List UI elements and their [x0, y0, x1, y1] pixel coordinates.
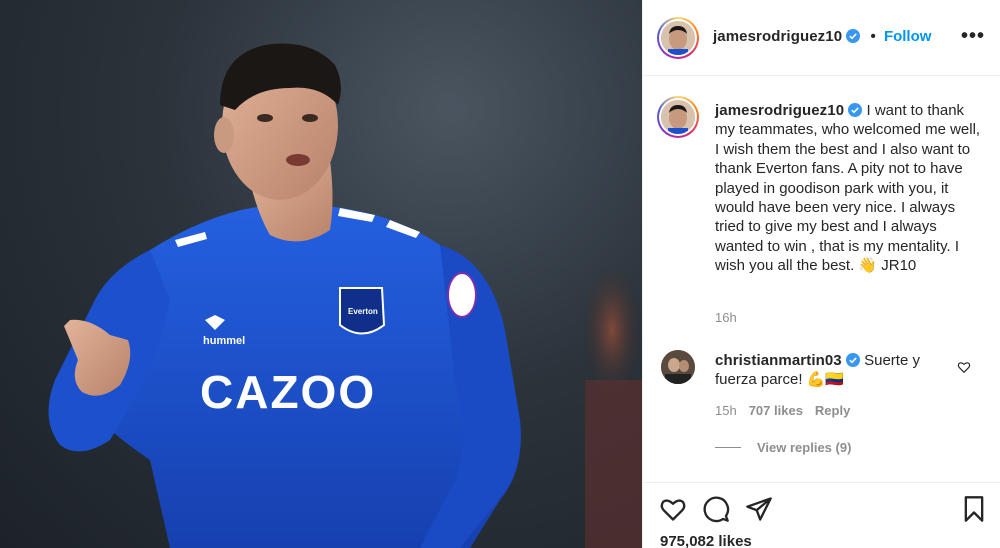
post-caption: jamesrodriguez10 I want to thank my team… — [715, 101, 987, 276]
view-replies-line — [715, 447, 741, 448]
shirt-brand-text: hummel — [203, 335, 245, 347]
view-replies-button[interactable]: View replies (9) — [715, 440, 851, 455]
comment-likes[interactable]: 707 likes — [749, 403, 803, 418]
verified-badge-icon — [845, 353, 860, 367]
header-author: jamesrodriguez10 • Follow — [713, 28, 931, 45]
crest-text: Everton — [348, 307, 378, 316]
comment-heart-icon[interactable] — [957, 360, 971, 374]
caption-timestamp[interactable]: 16h — [715, 310, 737, 325]
post-actions: 975,082 likes — [643, 482, 1000, 548]
send-icon[interactable] — [745, 495, 773, 523]
heart-icon[interactable] — [659, 495, 687, 523]
caption-username[interactable]: jamesrodriguez10 — [715, 102, 844, 119]
author-username[interactable]: jamesrodriguez10 — [713, 28, 842, 45]
post-photo[interactable]: hummel Everton CAZOO — [0, 0, 642, 548]
comment-body: christianmartin03 Suerte y fuerza parce!… — [715, 351, 955, 390]
verified-badge-icon — [848, 103, 863, 117]
shirt-sponsor-text: CAZOO — [200, 366, 376, 418]
author-avatar[interactable] — [657, 17, 699, 59]
post-panel: jamesrodriguez10 • Follow ••• jamesrodri… — [642, 0, 1000, 548]
comment-icon[interactable] — [702, 495, 730, 523]
player-image: hummel Everton CAZOO — [48, 43, 642, 548]
commenter-username[interactable]: christianmartin03 — [715, 352, 842, 369]
comment-meta: 15h 707 likes Reply — [715, 403, 850, 418]
verified-badge-icon — [846, 29, 861, 43]
view-replies-label: View replies (9) — [757, 440, 852, 455]
bookmark-icon[interactable] — [960, 495, 988, 523]
follow-button[interactable]: Follow — [884, 28, 932, 45]
more-options-button[interactable]: ••• — [961, 26, 985, 46]
commenter-avatar[interactable] — [661, 350, 695, 384]
post-header: jamesrodriguez10 • Follow ••• — [643, 0, 1000, 76]
likes-count[interactable]: 975,082 likes — [660, 533, 752, 548]
caption-text: I want to thank my teammates, who welcom… — [715, 102, 981, 275]
caption-avatar[interactable] — [657, 96, 699, 138]
reply-button[interactable]: Reply — [815, 403, 850, 418]
separator-dot: • — [870, 28, 876, 45]
comment-timestamp[interactable]: 15h — [715, 403, 737, 418]
